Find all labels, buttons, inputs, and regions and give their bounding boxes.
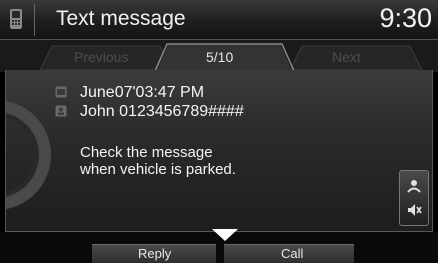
header-bar: Text message 9:30 xyxy=(0,0,438,40)
page-title: Text message xyxy=(56,7,186,30)
message-sender: John 0123456789#### xyxy=(80,103,244,120)
text-message-screen: Text message 9:30 Previous 5/10 Next Jun… xyxy=(0,0,438,263)
contact-icon xyxy=(55,105,67,117)
clock-time: 9:30 xyxy=(379,3,432,33)
message-counter: 5/10 xyxy=(206,49,234,65)
dial-decoration xyxy=(6,100,51,210)
message-body-line-2: when vehicle is parked. xyxy=(80,161,236,178)
phone-icon xyxy=(10,9,22,29)
tab-previous[interactable]: Previous xyxy=(74,48,128,66)
header-divider xyxy=(34,4,35,36)
message-datetime: June07'03:47 PM xyxy=(80,84,205,101)
call-label: Call xyxy=(281,246,304,261)
calendar-icon xyxy=(55,86,67,98)
tab-next[interactable]: Next xyxy=(332,48,361,66)
message-body-line-1: Check the message xyxy=(80,144,213,161)
message-panel: June07'03:47 PM John 0123456789#### Chec… xyxy=(5,70,433,232)
voice-icon xyxy=(407,180,421,193)
voice-button[interactable] xyxy=(399,170,429,226)
chevron-down-icon[interactable] xyxy=(210,228,240,242)
reply-label: Reply xyxy=(138,246,172,261)
voice-mute-icon xyxy=(408,204,422,216)
